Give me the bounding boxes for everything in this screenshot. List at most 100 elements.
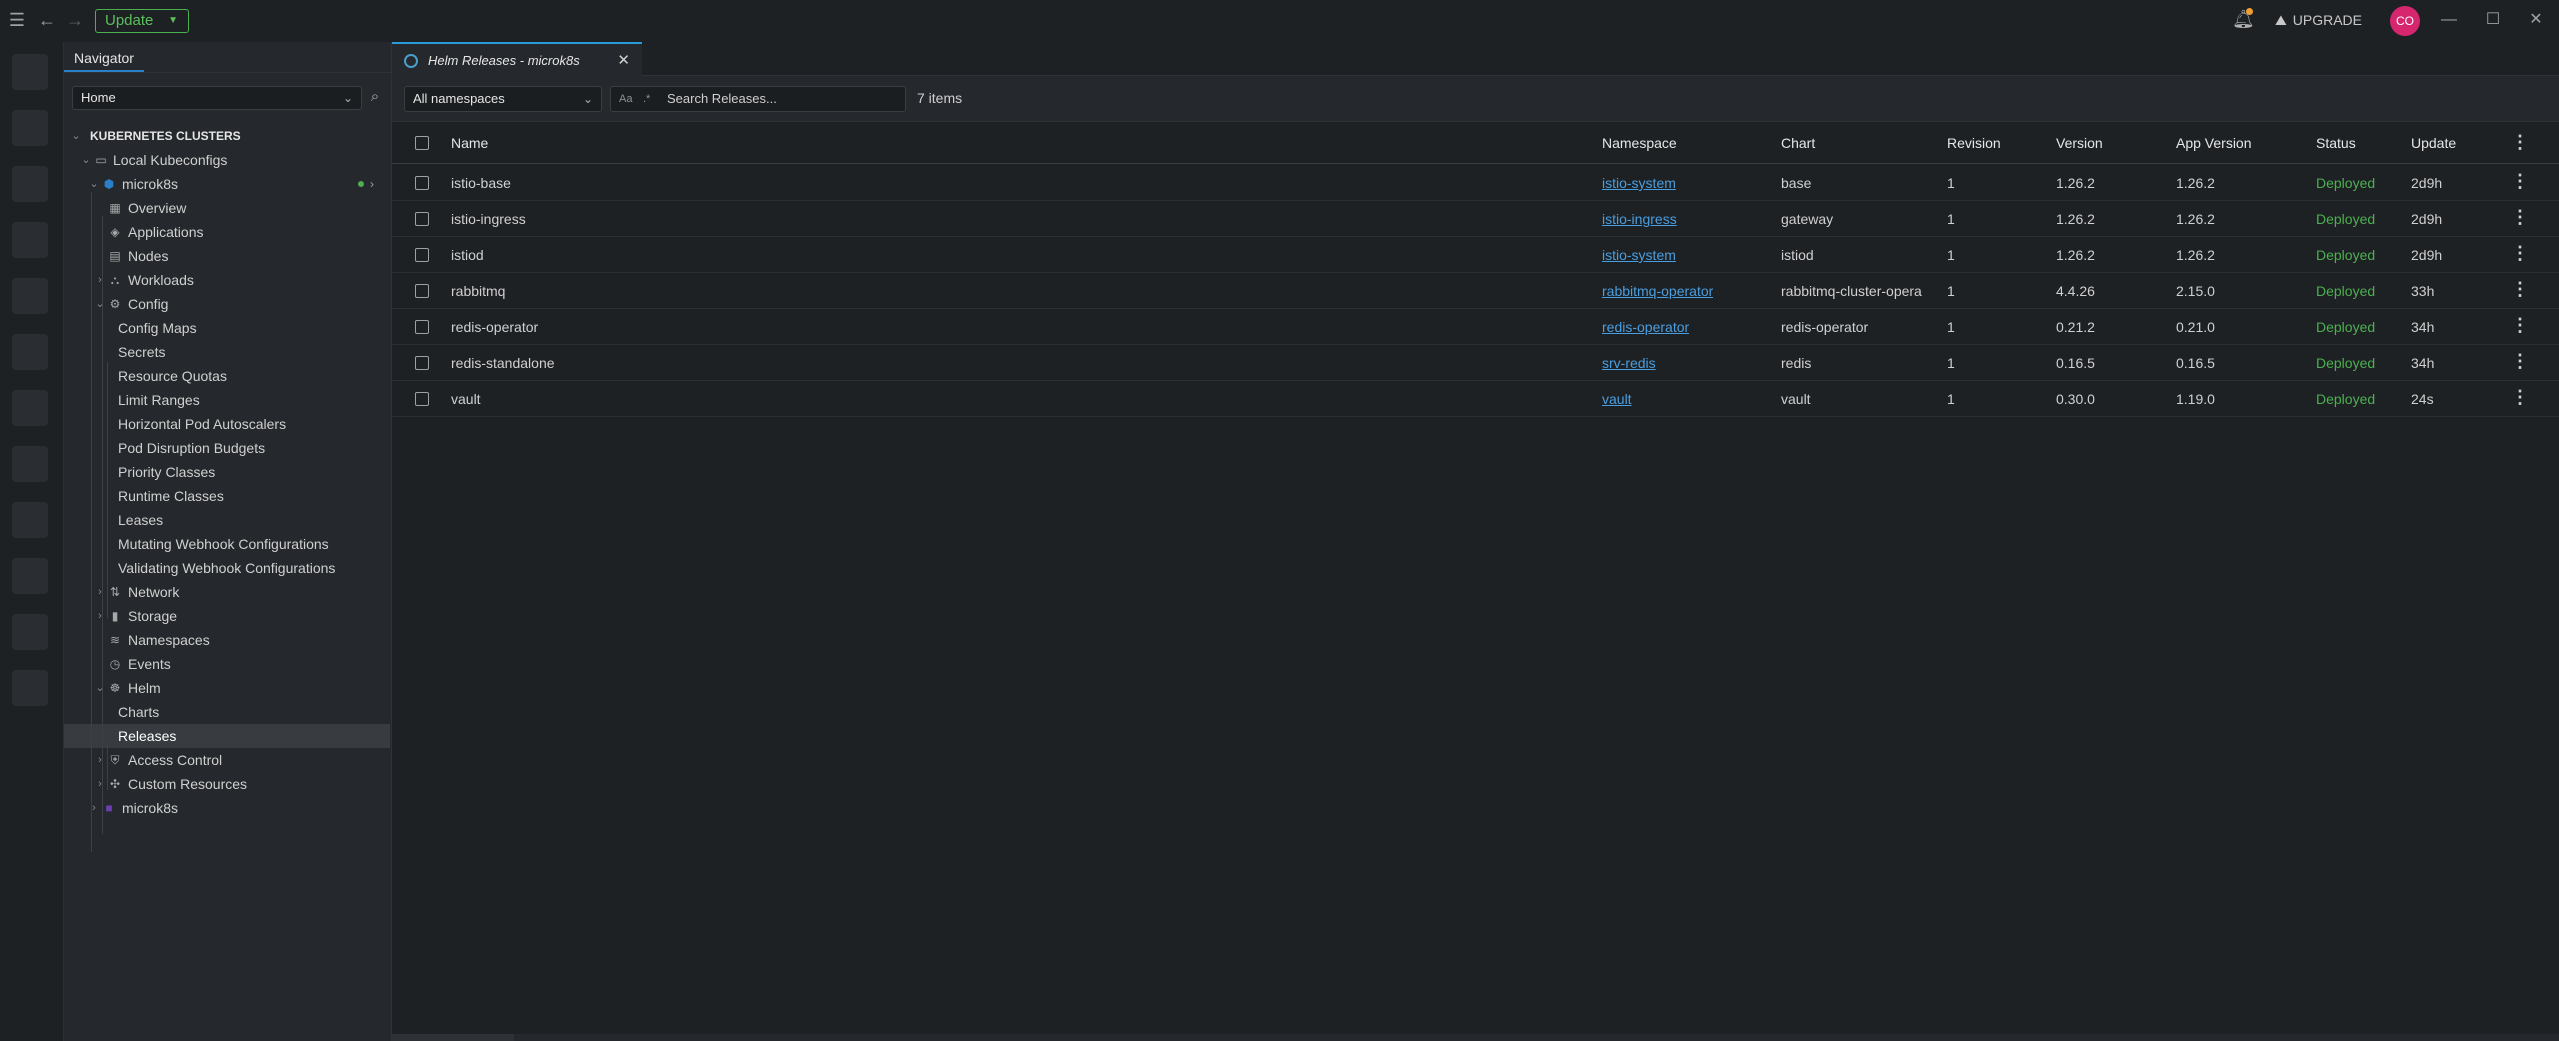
hotbar-item[interactable] <box>12 558 48 594</box>
column-header-updated[interactable]: Update <box>2411 135 2456 151</box>
hotbar-select-value: Home <box>81 90 116 105</box>
cell-namespace[interactable]: istio-system <box>1602 247 1676 263</box>
table-row[interactable]: rabbitmq rabbitmq-operator rabbitmq-clus… <box>392 273 2559 309</box>
sidebar-item-mutating-webhooks[interactable]: Mutating Webhook Configurations <box>118 532 329 556</box>
row-checkbox[interactable] <box>415 212 429 226</box>
table-row[interactable]: vault vault vault 1 0.30.0 1.19.0 Deploy… <box>392 381 2559 417</box>
hotbar-item[interactable] <box>12 222 48 258</box>
sidebar-item-hpa[interactable]: Horizontal Pod Autoscalers <box>118 412 286 436</box>
hotbar-item[interactable] <box>12 110 48 146</box>
column-header-name[interactable]: Name <box>451 135 488 151</box>
upgrade-button[interactable]: ⛰ UPGRADE <box>2275 10 2362 30</box>
row-menu-icon[interactable]: ⋮ <box>2511 207 2529 228</box>
sidebar-item-runtime-classes[interactable]: Runtime Classes <box>118 484 224 508</box>
table-row[interactable]: istio-ingress istio-ingress gateway 1 1.… <box>392 201 2559 237</box>
top-bar: ☰ ← → Update ▼ 🔔︎ ⛰ UPGRADE CO — ☐ ✕ <box>0 0 2559 42</box>
cell-chart: istiod <box>1781 247 1814 263</box>
sidebar-item-config-maps[interactable]: Config Maps <box>118 316 197 340</box>
hotbar-item[interactable] <box>12 278 48 314</box>
namespace-select[interactable]: All namespaces ⌄ <box>404 86 602 112</box>
row-menu-icon[interactable]: ⋮ <box>2511 243 2529 264</box>
row-menu-icon[interactable]: ⋮ <box>2511 279 2529 300</box>
row-checkbox[interactable] <box>415 356 429 370</box>
sidebar-item-limit-ranges[interactable]: Limit Ranges <box>118 388 200 412</box>
sidebar-item-priority-classes[interactable]: Priority Classes <box>118 460 215 484</box>
regex-icon[interactable]: .* <box>643 87 650 111</box>
chevron-down-icon: ⌄ <box>89 178 99 190</box>
column-header-app-version[interactable]: App Version <box>2176 135 2252 151</box>
cell-namespace[interactable]: redis-operator <box>1602 319 1689 335</box>
column-header-revision[interactable]: Revision <box>1947 135 2001 151</box>
close-window-icon[interactable]: ✕ <box>2526 10 2546 30</box>
navigator-tab[interactable]: Navigator <box>64 42 144 72</box>
table-row[interactable]: istiod istio-system istiod 1 1.26.2 1.26… <box>392 237 2559 273</box>
select-all-checkbox[interactable] <box>415 136 429 150</box>
table-menu-icon[interactable]: ⋮ <box>2511 132 2529 153</box>
maximize-icon[interactable]: ☐ <box>2483 10 2503 30</box>
column-header-namespace[interactable]: Namespace <box>1602 135 1677 151</box>
cell-name: istio-base <box>451 175 511 191</box>
sidebar-item-secrets[interactable]: Secrets <box>118 340 165 364</box>
column-header-chart[interactable]: Chart <box>1781 135 1815 151</box>
sidebar-item-resource-quotas[interactable]: Resource Quotas <box>118 364 227 388</box>
table-row[interactable]: redis-operator redis-operator redis-oper… <box>392 309 2559 345</box>
menu-icon[interactable]: ☰ <box>6 9 28 31</box>
cluster-microk8s[interactable]: ⌄ ⬢ microk8s › <box>88 172 388 196</box>
search-icon[interactable]: ⌕ <box>364 88 386 105</box>
row-checkbox[interactable] <box>415 392 429 406</box>
row-checkbox[interactable] <box>415 284 429 298</box>
row-checkbox[interactable] <box>415 176 429 190</box>
sidebar-item-releases[interactable]: Releases <box>118 724 176 748</box>
match-case-icon[interactable]: Aa <box>619 87 632 111</box>
cell-namespace[interactable]: istio-system <box>1602 175 1676 191</box>
row-menu-icon[interactable]: ⋮ <box>2511 171 2529 192</box>
sidebar-item-label: Events <box>128 656 171 672</box>
cell-status: Deployed <box>2316 247 2376 263</box>
avatar[interactable]: CO <box>2390 6 2420 36</box>
cell-namespace[interactable]: vault <box>1602 391 1632 407</box>
hotbar-item[interactable] <box>12 54 48 90</box>
clusters-header[interactable]: ⌄ KUBERNETES CLUSTERS <box>70 124 380 148</box>
back-arrow-icon[interactable]: ← <box>36 9 58 31</box>
hotbar-item[interactable] <box>12 670 48 706</box>
hotbar-item[interactable] <box>12 502 48 538</box>
hotbar-item[interactable] <box>12 334 48 370</box>
cell-name: rabbitmq <box>451 283 506 299</box>
notification-dot <box>2246 8 2253 15</box>
local-kubeconfigs[interactable]: ⌄ ▭ Local Kubeconfigs <box>80 148 380 172</box>
forward-arrow-icon[interactable]: → <box>64 9 86 31</box>
cell-namespace[interactable]: srv-redis <box>1602 355 1656 371</box>
cell-updated: 2d9h <box>2411 175 2443 191</box>
search-input[interactable]: Aa .* Search Releases... <box>610 86 906 112</box>
column-header-version[interactable]: Version <box>2056 135 2103 151</box>
row-menu-icon[interactable]: ⋮ <box>2511 387 2529 408</box>
sidebar-item-validating-webhooks[interactable]: Validating Webhook Configurations <box>118 556 335 580</box>
row-menu-icon[interactable]: ⋮ <box>2511 315 2529 336</box>
minimize-icon[interactable]: — <box>2439 10 2459 30</box>
column-header-status[interactable]: Status <box>2316 135 2356 151</box>
items-count: 7 items <box>917 90 963 106</box>
cell-namespace[interactable]: rabbitmq-operator <box>1602 283 1713 299</box>
sidebar-item-leases[interactable]: Leases <box>118 508 163 532</box>
hotbar-item[interactable] <box>12 166 48 202</box>
hotbar-item[interactable] <box>12 390 48 426</box>
cell-updated: 24s <box>2411 391 2434 407</box>
table-row[interactable]: istio-base istio-system base 1 1.26.2 1.… <box>392 165 2559 201</box>
tab-helm-releases[interactable]: Helm Releases - microk8s ✕ <box>392 42 642 76</box>
row-checkbox[interactable] <box>415 248 429 262</box>
cell-namespace[interactable]: istio-ingress <box>1602 211 1677 227</box>
chevron-right-icon[interactable]: › <box>370 172 374 196</box>
filter-bar: All namespaces ⌄ Aa .* Search Releases..… <box>392 76 2559 122</box>
caret-down-icon: ▼ <box>168 15 178 26</box>
hotbar-item[interactable] <box>12 614 48 650</box>
hotbar-select[interactable]: Home ⌄ <box>72 86 362 110</box>
sidebar-item-pdb[interactable]: Pod Disruption Budgets <box>118 436 265 460</box>
hotbar-item[interactable] <box>12 446 48 482</box>
row-checkbox[interactable] <box>415 320 429 334</box>
close-icon[interactable]: ✕ <box>617 51 630 69</box>
table-row[interactable]: redis-standalone srv-redis redis 1 0.16.… <box>392 345 2559 381</box>
update-button[interactable]: Update ▼ <box>95 9 189 33</box>
sidebar-item-charts[interactable]: Charts <box>118 700 159 724</box>
row-menu-icon[interactable]: ⋮ <box>2511 351 2529 372</box>
chevron-down-icon: ⌄ <box>582 92 593 106</box>
